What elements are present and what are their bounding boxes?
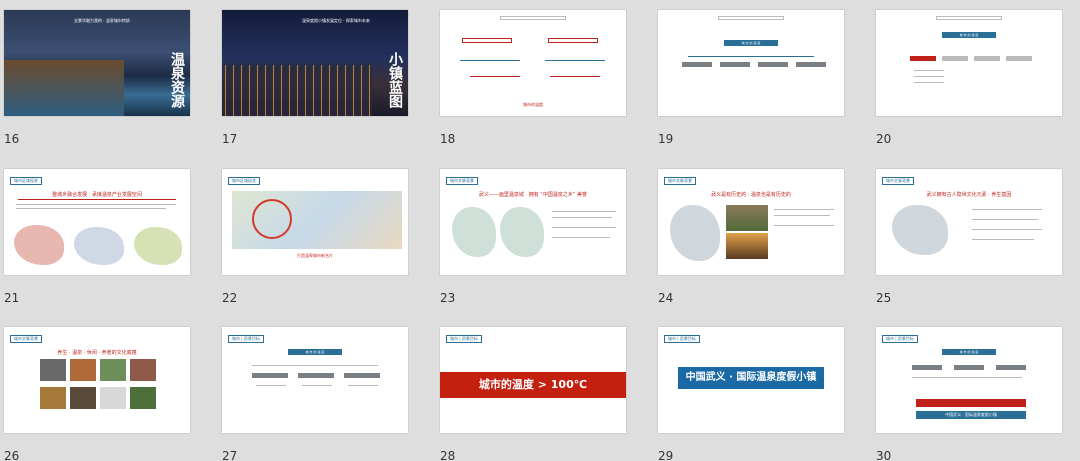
- slide-title: 城 市 的 温 度: [942, 32, 996, 38]
- region-map: [134, 227, 182, 265]
- slide-number: 25: [876, 291, 892, 305]
- slide-thumbnail-19[interactable]: 城 市 的 温 度: [658, 10, 844, 116]
- slide-thumbnail-16[interactable]: 全景华融为我的 · 温泉城市特质 温泉资源: [4, 10, 190, 116]
- slide-number: 28: [440, 449, 456, 461]
- slide-title: 城 市 的 温 度: [724, 40, 778, 46]
- slide-thumbnail-21[interactable]: 城市区域现状 整城乡融合发展 · 承接温泉产业发展空间: [4, 169, 190, 275]
- slide-number: 27: [222, 449, 238, 461]
- slide-header: 城市文脉背景: [882, 177, 914, 185]
- slide-thumbnail-17[interactable]: 温泉度假小镇发展定位 · 探索城市未来 小镇蓝图: [222, 10, 408, 116]
- city-lights-photo: [222, 65, 372, 116]
- slide-thumbnail-24[interactable]: 城市文脉背景 武义是有历史的 · 温泉也是有历史的: [658, 169, 844, 275]
- slide-caption: 温泉度假小镇发展定位 · 探索城市未来: [302, 18, 370, 23]
- slide-number: 17: [222, 132, 238, 146]
- slide-number: 22: [222, 291, 238, 305]
- slide-title: 城 市 的 温 度: [942, 349, 996, 355]
- slide-red-title: 武义——画里温泉城 · 拥有 “中国温泉之乡” 美誉: [478, 192, 588, 198]
- slide-thumbnail-22[interactable]: 城市区域现状 打造温泉城市新名片: [222, 169, 408, 275]
- slide-number: 19: [658, 132, 674, 146]
- slide-red-title: 武义是有历史的 · 温泉也是有历史的: [711, 192, 791, 198]
- slide-header: 城市 | 愿景目标: [446, 335, 482, 343]
- resort-pool-photo: [4, 60, 124, 116]
- region-map: [14, 225, 64, 265]
- slide-red-title: 打造温泉城市新名片: [297, 253, 333, 258]
- slide-number: 20: [876, 132, 892, 146]
- slide-number: 16: [4, 132, 20, 146]
- landscape-photo: [726, 233, 768, 259]
- slide-number: 18: [440, 132, 456, 146]
- slide-header: 城市 | 愿景目标: [228, 335, 264, 343]
- slide-blue-banner: 中国武义 · 国际温泉度假小镇: [678, 367, 824, 389]
- region-map: [74, 227, 124, 265]
- slide-number: 30: [876, 449, 892, 461]
- slide-thumbnail-25[interactable]: 城市文脉背景 武义拥有古人隐世文化元素 · 养生基因: [876, 169, 1062, 275]
- slide-thumbnail-18[interactable]: 城市的温度: [440, 10, 626, 116]
- slide-thumbnail-23[interactable]: 城市文脉背景 武义——画里温泉城 · 拥有 “中国温泉之乡” 美誉: [440, 169, 626, 275]
- slide-header: 城市区域现状: [228, 177, 260, 185]
- slide-header: 城市文脉背景: [10, 335, 42, 343]
- diagram-node: [462, 38, 512, 43]
- slide-number: 29: [658, 449, 674, 461]
- diagram-node: [548, 38, 598, 43]
- slide-red-title: 整城乡融合发展 · 承接温泉产业发展空间: [52, 192, 142, 198]
- slide-red-title: 养生 · 温泉 · 休闲 · 养老的文化底蕴: [57, 350, 137, 356]
- slide-red-title: 武义拥有古人隐世文化元素 · 养生基因: [926, 192, 1012, 198]
- slide-number: 26: [4, 449, 20, 461]
- slide-thumbnail-20[interactable]: 城 市 的 温 度: [876, 10, 1062, 116]
- slide-number: 24: [658, 291, 674, 305]
- slide-vertical-title: 小镇蓝图: [387, 52, 403, 108]
- slide-header: 城市区域现状: [10, 177, 42, 185]
- slide-header: 城市文脉背景: [664, 177, 696, 185]
- slide-thumbnail-30[interactable]: 城市 | 愿景目标 城 市 的 温 度 中国武义 · 国际温泉度假小镇: [876, 327, 1062, 433]
- slide-red-banner: 城市的温度 > 100℃: [440, 372, 626, 398]
- slide-header: 城市 | 愿景目标: [882, 335, 918, 343]
- slide-blue-banner: 中国武义 · 国际温泉度假小镇: [916, 411, 1026, 419]
- slide-caption: 全景华融为我的 · 温泉城市特质: [74, 18, 130, 23]
- slide-header: 城市文脉背景: [446, 177, 478, 185]
- slide-thumbnail-29[interactable]: 城市 | 愿景目标 中国武义 · 国际温泉度假小镇: [658, 327, 844, 433]
- landscape-photo: [726, 205, 768, 231]
- slide-thumbnail-28[interactable]: 城市 | 愿景目标 城市的温度 > 100℃: [440, 327, 626, 433]
- slide-thumbnail-27[interactable]: 城市 | 愿景目标 城 市 的 温 度: [222, 327, 408, 433]
- slide-number: 21: [4, 291, 20, 305]
- slide-thumbnail-26[interactable]: 城市文脉背景 养生 · 温泉 · 休闲 · 养老的文化底蕴: [4, 327, 190, 433]
- slide-title: 城市的温度: [523, 102, 543, 107]
- slide-top-label: [500, 16, 566, 20]
- slide-header: 城市 | 愿景目标: [664, 335, 700, 343]
- slide-title: 城 市 的 温 度: [288, 349, 342, 355]
- slide-number: 23: [440, 291, 456, 305]
- slide-vertical-title: 温泉资源: [169, 52, 185, 108]
